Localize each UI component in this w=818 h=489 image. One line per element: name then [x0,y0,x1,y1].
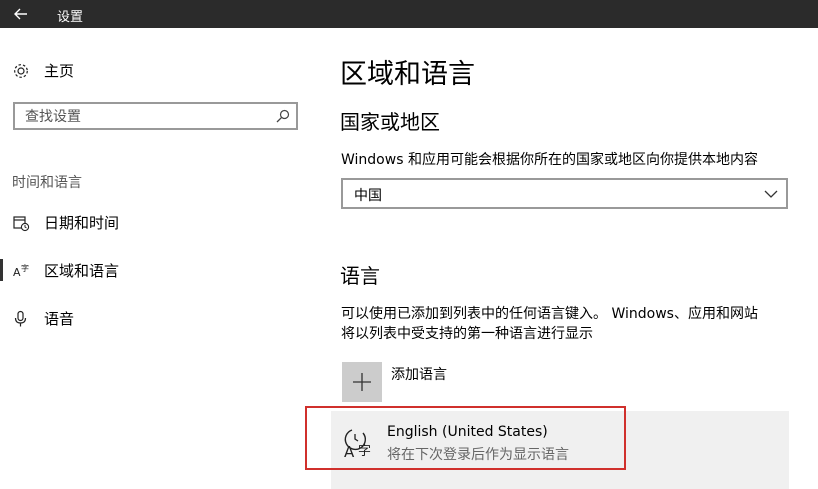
search-icon[interactable] [276,109,290,123]
svg-text:字: 字 [358,444,371,459]
main-content: 区域和语言 国家或地区 Windows 和应用可能会根据你所在的国家或地区向你提… [331,28,818,489]
sidebar-item-home[interactable]: 主页 [0,50,300,90]
add-language-label[interactable]: 添加语言 [391,364,447,384]
region-heading: 国家或地区 [340,110,440,134]
back-button[interactable] [0,0,42,28]
window-title: 设置 [57,10,84,25]
sidebar: 主页 时间和语言 日期和时间 A 字 区域和语言 语音 [0,28,320,489]
plus-icon [353,373,371,391]
search-box[interactable] [13,102,298,130]
region-description: Windows 和应用可能会根据你所在的国家或地区向你提供本地内容 [341,152,758,168]
calendar-clock-icon [13,216,30,232]
country-region-dropdown[interactable]: 中国 [341,178,788,209]
sidebar-item-label: 区域和语言 [44,262,120,280]
svg-text:A: A [344,443,355,459]
language-heading: 语言 [340,264,380,288]
svg-text:A: A [13,266,21,279]
language-description-line2: 将以列表中受支持的第一种语言进行显示 [341,326,593,342]
language-name: English (United States) [387,424,548,440]
title-bar: 设置 [0,0,818,28]
sidebar-item-label: 语音 [44,310,75,328]
language-list-item[interactable]: A 字 English (United States) 将在下次登录后作为显示语… [331,411,789,489]
back-arrow-icon [14,8,27,20]
gear-icon [14,64,28,78]
language-status: 将在下次登录后作为显示语言 [387,447,569,463]
chevron-down-icon [764,190,778,198]
sidebar-item-speech[interactable]: 语音 [0,298,300,338]
language-icon: A 字 [344,429,371,459]
microphone-icon [14,310,27,327]
sidebar-item-label: 日期和时间 [44,214,120,232]
language-icon: A 字 [13,263,29,279]
dropdown-value: 中国 [354,188,382,204]
sidebar-item-region-language[interactable]: A 字 区域和语言 [0,250,300,290]
section-label: 时间和语言 [12,175,82,191]
svg-text:字: 字 [21,263,29,273]
sidebar-item-date-time[interactable]: 日期和时间 [0,202,300,242]
add-language-button[interactable] [342,362,382,402]
page-title: 区域和语言 [340,59,475,90]
search-input[interactable] [23,107,267,127]
sidebar-item-label: 主页 [44,62,75,80]
language-description-line1: 可以使用已添加到列表中的任何语言键入。 Windows、应用和网站 [341,306,758,322]
